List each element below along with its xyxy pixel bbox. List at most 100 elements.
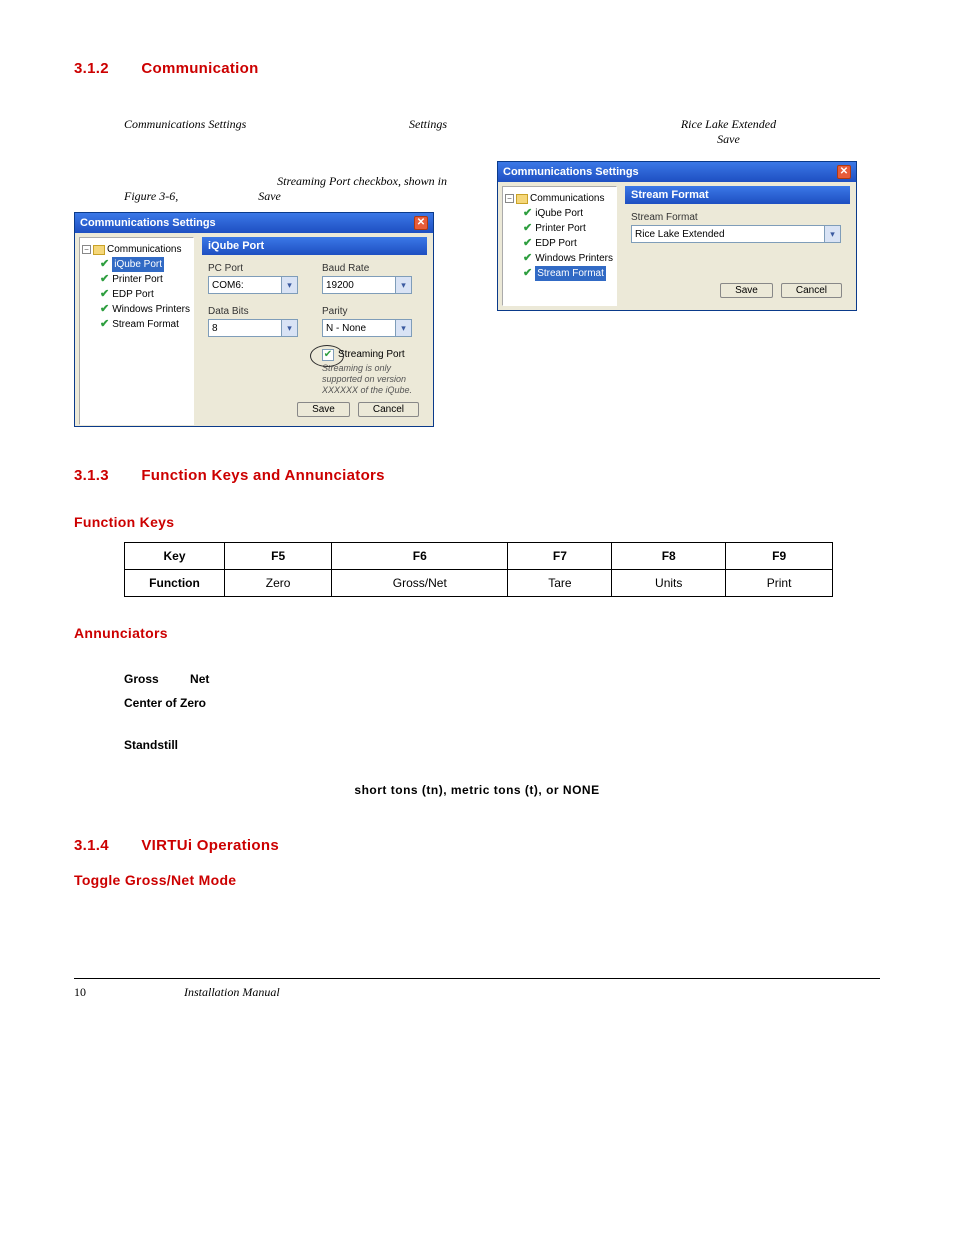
cancel-button[interactable]: Cancel [358,402,419,417]
chevron-down-icon[interactable]: ▾ [281,277,297,293]
fmt-combo[interactable]: Rice Lake Extended ▾ [631,225,841,243]
pcport-combo[interactable]: COM6: ▾ [208,276,298,294]
text-save-r: Save [577,132,880,147]
parity-combo[interactable]: N - None ▾ [322,319,412,337]
tree2-item-printer[interactable]: Printer Port [535,221,586,236]
dialog1-panel-title: iQube Port [202,237,427,255]
text-rle: Rice Lake Extended [577,117,880,132]
tree2-item-iqube[interactable]: iQube Port [535,206,583,221]
function-keys-heading: Function Keys [74,514,880,530]
dialog2-title: Communications Settings [503,166,639,178]
parity-label: Parity [322,306,412,317]
tree-root-label: Communications [107,242,181,257]
text-save: Save [258,189,281,204]
th-key: Key [125,543,225,570]
toggle-heading: Toggle Gross/Net Mode [74,872,880,888]
pcport-label: PC Port [208,263,298,274]
section-312-heading: 3.1.2 Communication [74,60,880,77]
td-zero: Zero [225,570,332,597]
check-icon: ✔ [523,236,532,251]
th-f8: F8 [612,543,726,570]
text-figure36: Figure 3-6, [124,189,178,204]
folder-icon [93,245,105,255]
comm-settings-dialog-2: Communications Settings ✕ − Communicatio… [497,161,857,311]
folder-icon [516,194,528,204]
baud-label: Baud Rate [322,263,412,274]
cancel-button[interactable]: Cancel [781,283,842,298]
tree-collapse-icon[interactable]: − [82,245,91,254]
page-number: 10 [74,985,184,1000]
chevron-down-icon[interactable]: ▾ [824,226,840,242]
ann-gross: Gross [124,672,159,686]
section-312-num: 3.1.2 [74,60,109,77]
close-icon[interactable]: ✕ [414,216,428,230]
section-314-num: 3.1.4 [74,837,109,854]
check-icon: ✔ [100,317,109,332]
comm-settings-dialog-1: Communications Settings ✕ − Communicatio… [74,212,434,427]
streaming-hint: Streaming is only supported on version X… [322,363,421,396]
section-313-heading: 3.1.3 Function Keys and Annunciators [74,467,880,484]
section-313-num: 3.1.3 [74,467,109,484]
tree2-item-stream[interactable]: Stream Format [535,266,606,281]
databits-label: Data Bits [208,306,298,317]
ann-standstill: Standstill [124,738,178,752]
tree-item-printer[interactable]: Printer Port [112,272,163,287]
chevron-down-icon[interactable]: ▾ [395,277,411,293]
fmt-label: Stream Format [631,212,844,223]
tree2-item-winprint[interactable]: Windows Printers [535,251,613,266]
dialog2-tree[interactable]: − Communications ✔iQube Port ✔Printer Po… [502,186,617,306]
tree-item-stream[interactable]: Stream Format [112,317,179,332]
text-settings: Settings [409,117,447,132]
dialog1-titlebar: Communications Settings ✕ [75,213,433,233]
annunciators-heading: Annunciators [74,625,880,641]
tree-item-winprint[interactable]: Windows Printers [112,302,190,317]
dialog1-title: Communications Settings [80,217,216,229]
td-tare: Tare [508,570,612,597]
page-footer: 10 Installation Manual [74,978,880,1000]
databits-combo[interactable]: 8 ▾ [208,319,298,337]
text-comm-settings: Communications Settings [124,117,246,132]
tree2-item-edp[interactable]: EDP Port [535,236,577,251]
tree-item-iqube[interactable]: iQube Port [112,257,164,272]
function-key-table: Key F5 F6 F7 F8 F9 Function Zero Gross/N… [124,542,833,597]
section-314-heading: 3.1.4 VIRTUi Operations [74,837,880,854]
section-312-title: Communication [141,60,258,77]
footer-label: Installation Manual [184,985,280,1000]
check-icon: ✔ [100,302,109,317]
check-icon: ✔ [523,251,532,266]
td-function: Function [125,570,225,597]
units-line: short tons (tn), metric tons (t), or NON… [74,783,880,797]
streaming-label: Streaming Port [338,349,405,360]
check-icon: ✔ [100,287,109,302]
check-icon: ✔ [523,206,532,221]
check-icon: ✔ [100,257,109,272]
th-f5: F5 [225,543,332,570]
save-button[interactable]: Save [720,283,773,298]
td-units: Units [612,570,726,597]
streaming-checkbox[interactable]: ✔ [322,349,334,361]
th-f7: F7 [508,543,612,570]
section-313-title: Function Keys and Annunciators [141,467,384,484]
section-314-title: VIRTUi Operations [141,837,279,854]
ann-net: Net [190,672,209,686]
th-f6: F6 [332,543,508,570]
check-icon: ✔ [523,266,532,281]
tree-collapse-icon[interactable]: − [505,194,514,203]
td-print: Print [725,570,832,597]
baud-combo[interactable]: 19200 ▾ [322,276,412,294]
dialog2-titlebar: Communications Settings ✕ [498,162,856,182]
save-button[interactable]: Save [297,402,350,417]
th-f9: F9 [725,543,832,570]
ann-coz: Center of Zero [124,696,206,710]
dialog1-tree[interactable]: − Communications ✔iQube Port ✔Printer Po… [79,237,194,425]
tree-root-label2: Communications [530,191,604,206]
text-streaming-port: Streaming Port checkbox, shown in [74,174,447,189]
chevron-down-icon[interactable]: ▾ [281,320,297,336]
check-icon: ✔ [100,272,109,287]
td-grossnet: Gross/Net [332,570,508,597]
tree-item-edp[interactable]: EDP Port [112,287,154,302]
chevron-down-icon[interactable]: ▾ [395,320,411,336]
close-icon[interactable]: ✕ [837,165,851,179]
check-icon: ✔ [523,221,532,236]
dialog2-panel-title: Stream Format [625,186,850,204]
